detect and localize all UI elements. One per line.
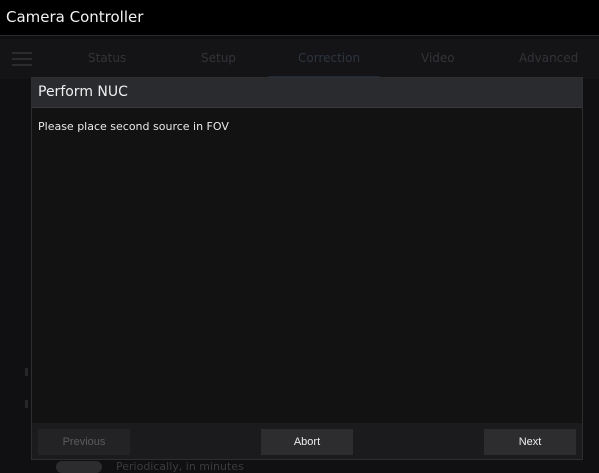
dialog-message: Please place second source in FOV <box>38 120 229 133</box>
menu-icon[interactable] <box>12 52 32 66</box>
title-bar: Camera Controller <box>0 0 599 36</box>
window-title: Camera Controller <box>6 8 144 26</box>
dialog-title: Perform NUC <box>38 84 128 100</box>
tab-status[interactable]: Status <box>88 51 126 65</box>
background-edge-glyph <box>25 400 28 408</box>
nuc-dialog: Perform NUC Please place second source i… <box>31 77 583 460</box>
tab-video[interactable]: Video <box>421 51 455 65</box>
tab-setup[interactable]: Setup <box>201 51 236 65</box>
dialog-footer: Previous Abort Next <box>32 423 582 459</box>
tab-correction[interactable]: Correction <box>298 51 360 65</box>
abort-button[interactable]: Abort <box>261 429 353 455</box>
next-button[interactable]: Next <box>484 429 576 455</box>
background-edge-glyph <box>25 368 28 376</box>
dialog-header: Perform NUC <box>32 78 582 108</box>
periodic-label: Periodically, in minutes <box>116 460 244 473</box>
tab-advanced[interactable]: Advanced <box>519 51 578 65</box>
nav-bar: Status Setup Correction Video Advanced <box>0 39 599 79</box>
previous-button[interactable]: Previous <box>38 429 130 455</box>
background-periodic-row: Periodically, in minutes <box>56 460 276 473</box>
periodic-toggle[interactable] <box>56 461 102 473</box>
